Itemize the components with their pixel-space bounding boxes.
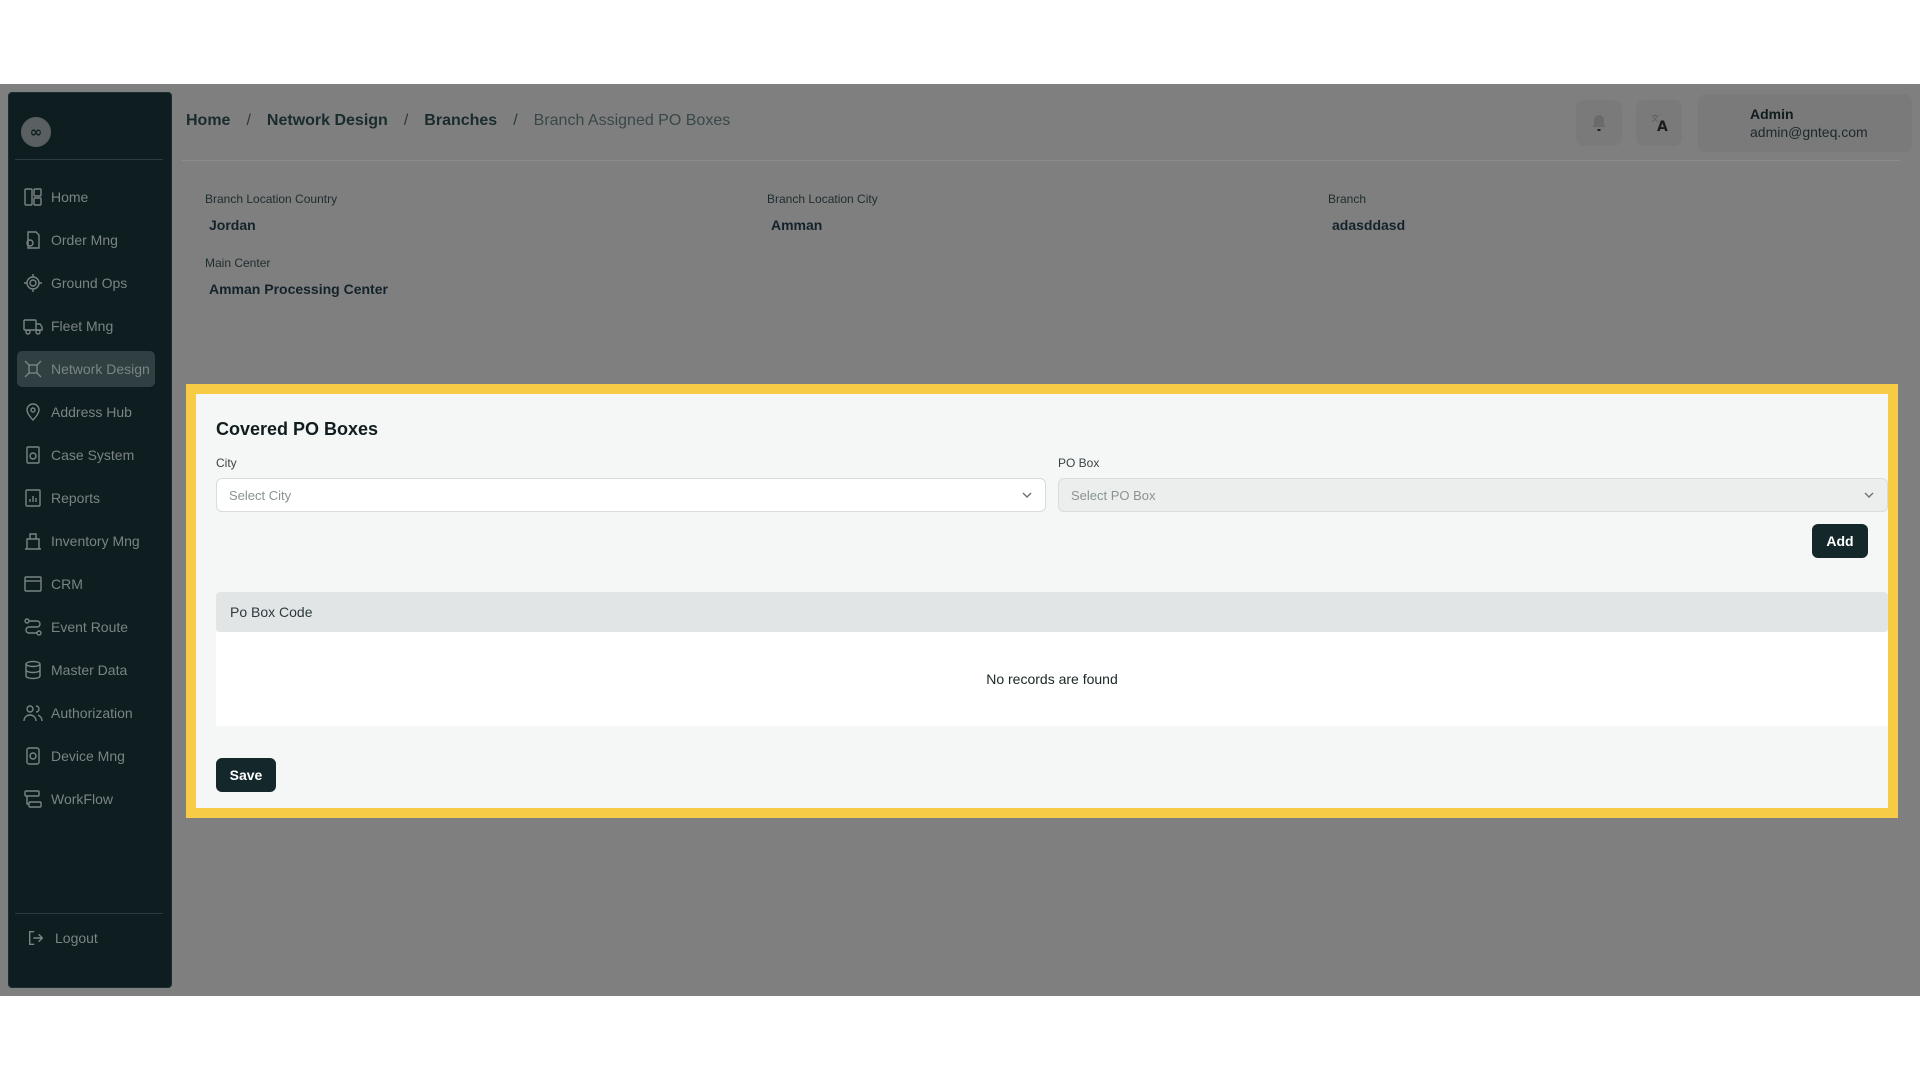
users-icon [23, 703, 43, 723]
sidebar-item-label: Device Mng [51, 748, 125, 764]
breadcrumb-current: Branch Assigned PO Boxes [533, 112, 731, 129]
sidebar-item-order-mng[interactable]: Order Mng [17, 222, 155, 258]
sidebar-item-label: Network Design [51, 361, 150, 377]
breadcrumb-branches[interactable]: Branches [424, 112, 497, 130]
add-button[interactable]: Add [1812, 524, 1868, 558]
logout-button[interactable]: Logout [27, 929, 98, 947]
app-logo[interactable]: ∞ [21, 117, 51, 147]
database-icon [23, 660, 43, 680]
city-select[interactable]: Select City [216, 478, 1046, 512]
branch-label: Branch [1328, 192, 1367, 206]
bell-icon [1592, 115, 1606, 131]
main-center-value: Amman Processing Center [209, 281, 388, 297]
order-icon [23, 230, 43, 250]
breadcrumb-network-design[interactable]: Network Design [267, 112, 388, 130]
sidebar-item-label: Fleet Mng [51, 318, 114, 334]
sidebar-item-reports[interactable]: Reports [17, 480, 155, 516]
sidebar: ∞ Home Order Mng Ground Ops Fleet Mng Ne… [8, 92, 172, 988]
table-header-po-box-code: Po Box Code [216, 592, 1888, 632]
sidebar-item-label: Master Data [51, 662, 128, 678]
home-grid-icon [23, 187, 43, 207]
sidebar-item-fleet-mng[interactable]: Fleet Mng [17, 308, 155, 344]
app-shell: ∞ Home Order Mng Ground Ops Fleet Mng Ne… [0, 84, 1920, 996]
crm-icon [23, 574, 43, 594]
user-email: admin@gnteq.com [1750, 124, 1868, 140]
pobox-select[interactable]: Select PO Box [1058, 478, 1888, 512]
translate-icon: 文A [1651, 113, 1668, 134]
sidebar-divider [15, 159, 163, 160]
truck-icon [23, 316, 43, 336]
sidebar-item-label: Event Route [51, 619, 129, 635]
sidebar-item-ground-ops[interactable]: Ground Ops [17, 265, 155, 301]
branch-value: adasddasd [1332, 217, 1406, 233]
sidebar-item-home[interactable]: Home [17, 179, 155, 215]
sidebar-item-network-design[interactable]: Network Design [17, 351, 155, 387]
sidebar-item-workflow[interactable]: WorkFlow [17, 781, 155, 817]
workflow-icon [23, 789, 43, 809]
reports-icon [23, 488, 43, 508]
breadcrumb: Home / Network Design / Branches / Branc… [186, 112, 730, 130]
sidebar-item-device-mng[interactable]: Device Mng [17, 738, 155, 774]
route-icon [23, 617, 43, 637]
breadcrumb-separator: / [246, 112, 251, 129]
save-button[interactable]: Save [216, 758, 276, 792]
card-title: Covered PO Boxes [216, 419, 379, 439]
chevron-down-icon [1022, 492, 1032, 498]
logout-icon [28, 930, 44, 946]
ground-ops-icon [23, 273, 43, 293]
language-button[interactable]: 文A [1636, 100, 1682, 146]
user-menu[interactable]: Admin admin@gnteq.com [1698, 94, 1912, 152]
user-name: Admin [1750, 106, 1794, 122]
sidebar-item-label: Order Mng [51, 232, 118, 248]
notification-button[interactable] [1576, 100, 1622, 146]
network-icon [23, 359, 43, 379]
pobox-field-label: PO Box [1058, 456, 1100, 470]
sidebar-item-label: CRM [51, 576, 83, 592]
sidebar-item-event-route[interactable]: Event Route [17, 609, 155, 645]
sidebar-item-authorization[interactable]: Authorization [17, 695, 155, 731]
main-center-label: Main Center [205, 256, 271, 270]
sidebar-item-label: Ground Ops [51, 275, 128, 291]
logout-label: Logout [55, 930, 98, 946]
sidebar-item-address-hub[interactable]: Address Hub [17, 394, 155, 430]
breadcrumb-separator: / [513, 112, 518, 129]
sidebar-item-label: Case System [51, 447, 135, 463]
city-value: Amman [771, 217, 823, 233]
covered-po-boxes-card: Covered PO Boxes City Select City PO Box… [186, 384, 1898, 818]
empty-state-text: No records are found [986, 671, 1118, 687]
country-label: Branch Location Country [205, 192, 338, 206]
sidebar-divider [15, 913, 163, 914]
country-value: Jordan [209, 217, 256, 233]
pobox-select-placeholder: Select PO Box [1071, 487, 1156, 503]
location-pin-icon [23, 402, 43, 422]
sidebar-item-label: Home [51, 189, 89, 205]
sidebar-item-label: Inventory Mng [51, 533, 140, 549]
chevron-down-icon [1864, 492, 1874, 498]
city-field-label: City [216, 456, 237, 470]
sidebar-item-crm[interactable]: CRM [17, 566, 155, 602]
sidebar-item-label: WorkFlow [51, 791, 113, 807]
sidebar-item-label: Address Hub [51, 404, 132, 420]
device-icon [23, 746, 43, 766]
sidebar-item-label: Authorization [51, 705, 133, 721]
sidebar-item-case-system[interactable]: Case System [17, 437, 155, 473]
breadcrumb-separator: / [403, 112, 409, 129]
svg-text:A: A [1657, 119, 1668, 134]
inventory-icon [23, 531, 43, 551]
city-label: Branch Location City [767, 192, 878, 206]
sidebar-nav: Home Order Mng Ground Ops Fleet Mng Netw… [9, 179, 173, 824]
sidebar-item-inventory-mng[interactable]: Inventory Mng [17, 523, 155, 559]
sidebar-item-label: Reports [51, 490, 101, 506]
breadcrumb-home[interactable]: Home [186, 112, 230, 130]
sidebar-item-master-data[interactable]: Master Data [17, 652, 155, 688]
table-empty-state: No records are found [216, 632, 1888, 726]
header-divider [182, 160, 1900, 161]
case-icon [23, 445, 43, 465]
city-select-placeholder: Select City [229, 487, 292, 503]
